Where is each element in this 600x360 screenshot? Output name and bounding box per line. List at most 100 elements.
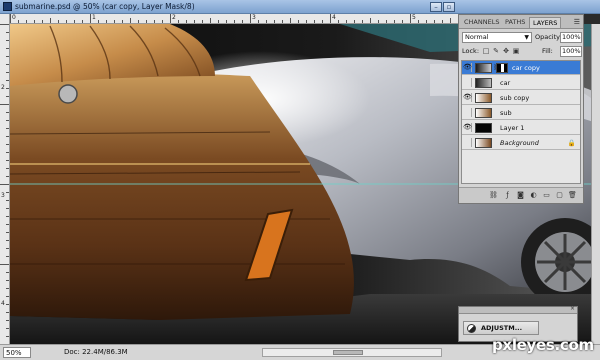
- ruler-tick: [6, 320, 9, 321]
- ruler-horizontal[interactable]: 0 1 2 3 4 5: [10, 14, 458, 24]
- ruler-tick: [442, 20, 443, 23]
- ruler-tick: [394, 20, 395, 23]
- lock-pixels-icon[interactable]: ✎: [492, 47, 500, 55]
- eye-off-icon[interactable]: [463, 108, 472, 117]
- ruler-tick: [162, 20, 163, 23]
- ruler-tick: [266, 20, 267, 23]
- ruler-tick: [6, 112, 9, 113]
- ruler-tick: [330, 14, 331, 23]
- close-icon[interactable]: ×: [570, 305, 575, 312]
- ruler-tick: [274, 20, 275, 23]
- ruler-tick: [178, 20, 179, 23]
- ruler-number: 0: [12, 14, 16, 21]
- document-title: submarine.psd @ 50% (car copy, Layer Mas…: [15, 2, 195, 11]
- ruler-tick: [6, 336, 9, 337]
- layer-style-icon[interactable]: ƒ: [503, 191, 512, 200]
- ruler-tick: [290, 18, 291, 23]
- adjustment-layer-icon[interactable]: ◐: [529, 191, 538, 200]
- new-layer-icon[interactable]: ▢: [555, 191, 564, 200]
- document-titlebar[interactable]: submarine.psd @ 50% (car copy, Layer Mas…: [0, 0, 600, 14]
- document-icon: [3, 2, 12, 11]
- tab-paths[interactable]: PATHS: [502, 17, 528, 28]
- ruler-tick: [6, 160, 9, 161]
- layer-row-layer-1[interactable]: 👁 Layer 1: [462, 121, 580, 135]
- layer-name: sub: [500, 109, 512, 117]
- ruler-number: 2: [172, 14, 176, 21]
- fill-label: Fill:: [542, 47, 553, 55]
- layer-row-car-copy[interactable]: 👁 ⛓ car copy: [462, 61, 580, 75]
- ruler-tick: [6, 280, 9, 281]
- panel-tab-strip: CHANNELS PATHS LAYERS ☰: [459, 15, 583, 29]
- add-mask-icon[interactable]: ◙: [516, 191, 525, 200]
- trash-icon[interactable]: 🗑: [568, 191, 577, 200]
- ruler-tick: [6, 248, 9, 249]
- ruler-tick: [0, 264, 9, 265]
- adjustments-icon: [467, 324, 476, 333]
- ruler-tick: [6, 120, 9, 121]
- ruler-tick: [258, 20, 259, 23]
- ruler-tick: [434, 20, 435, 23]
- ruler-tick: [6, 88, 9, 89]
- ruler-tick: [194, 20, 195, 23]
- maximize-button[interactable]: ▫: [443, 2, 455, 12]
- tab-layers[interactable]: LAYERS: [529, 17, 562, 28]
- lock-label: Lock:: [462, 47, 480, 55]
- eye-icon[interactable]: 👁: [463, 123, 472, 132]
- adjustments-panel-header[interactable]: ×: [459, 305, 577, 314]
- ruler-tick: [6, 64, 9, 65]
- layer-row-background[interactable]: Background 🔒: [462, 136, 580, 150]
- tab-channels[interactable]: CHANNELS: [461, 17, 502, 28]
- ruler-tick: [6, 56, 9, 57]
- vertical-scrollbar[interactable]: [591, 24, 600, 344]
- ruler-tick: [0, 24, 9, 25]
- ruler-tick: [346, 20, 347, 23]
- ruler-tick: [418, 20, 419, 23]
- ruler-tick: [6, 200, 9, 201]
- ruler-tick: [426, 20, 427, 23]
- blend-mode-value: Normal: [465, 33, 489, 41]
- ruler-tick: [122, 20, 123, 23]
- ruler-number: 4: [332, 14, 336, 21]
- scrollbar-thumb[interactable]: [333, 350, 363, 355]
- eye-icon[interactable]: 👁: [463, 93, 472, 102]
- horizontal-scrollbar[interactable]: [262, 348, 442, 357]
- layer-row-sub-copy[interactable]: 👁 sub copy: [462, 91, 580, 105]
- layer-thumbnail: [475, 123, 492, 133]
- layer-thumbnail: [475, 78, 492, 88]
- ruler-tick: [282, 20, 283, 23]
- layer-thumbnail: [475, 108, 492, 118]
- lock-transparent-icon[interactable]: □: [482, 47, 490, 55]
- adjustments-button[interactable]: ADJUSTM...: [463, 321, 539, 335]
- eye-off-icon[interactable]: [463, 78, 472, 87]
- new-group-icon[interactable]: ▭: [542, 191, 551, 200]
- panel-menu-icon[interactable]: ☰: [574, 18, 580, 26]
- ruler-tick: [6, 232, 9, 233]
- link-layers-icon[interactable]: ⛓: [489, 191, 498, 200]
- opacity-input[interactable]: 100%: [560, 32, 582, 43]
- eye-icon[interactable]: 👁: [463, 63, 472, 72]
- ruler-tick: [242, 20, 243, 23]
- ruler-tick: [6, 168, 9, 169]
- fill-input[interactable]: 100%: [560, 46, 582, 57]
- ruler-tick: [10, 14, 11, 23]
- ruler-number: 3: [252, 14, 256, 21]
- zoom-input[interactable]: 50%: [3, 347, 31, 358]
- layer-name: Layer 1: [500, 124, 525, 132]
- ruler-tick: [74, 20, 75, 23]
- layer-row-sub[interactable]: sub: [462, 106, 580, 120]
- layer-row-car[interactable]: car: [462, 76, 580, 90]
- ruler-tick: [218, 20, 219, 23]
- layer-name: car copy: [512, 64, 540, 72]
- ruler-vertical[interactable]: 2 3 4: [0, 14, 10, 344]
- blend-mode-select[interactable]: Normal ▼: [462, 32, 532, 43]
- ruler-tick: [6, 128, 9, 129]
- ruler-tick: [186, 20, 187, 23]
- lock-all-icon[interactable]: ▣: [512, 47, 520, 55]
- minimize-button[interactable]: –: [430, 2, 442, 12]
- document-size-info[interactable]: Doc: 22.4M/86.3M: [64, 348, 128, 356]
- layer-mask-thumbnail[interactable]: [496, 63, 508, 73]
- eye-off-icon[interactable]: [463, 138, 472, 147]
- layer-thumbnail: [475, 63, 492, 73]
- ruler-tick: [6, 328, 9, 329]
- lock-position-icon[interactable]: ✥: [502, 47, 510, 55]
